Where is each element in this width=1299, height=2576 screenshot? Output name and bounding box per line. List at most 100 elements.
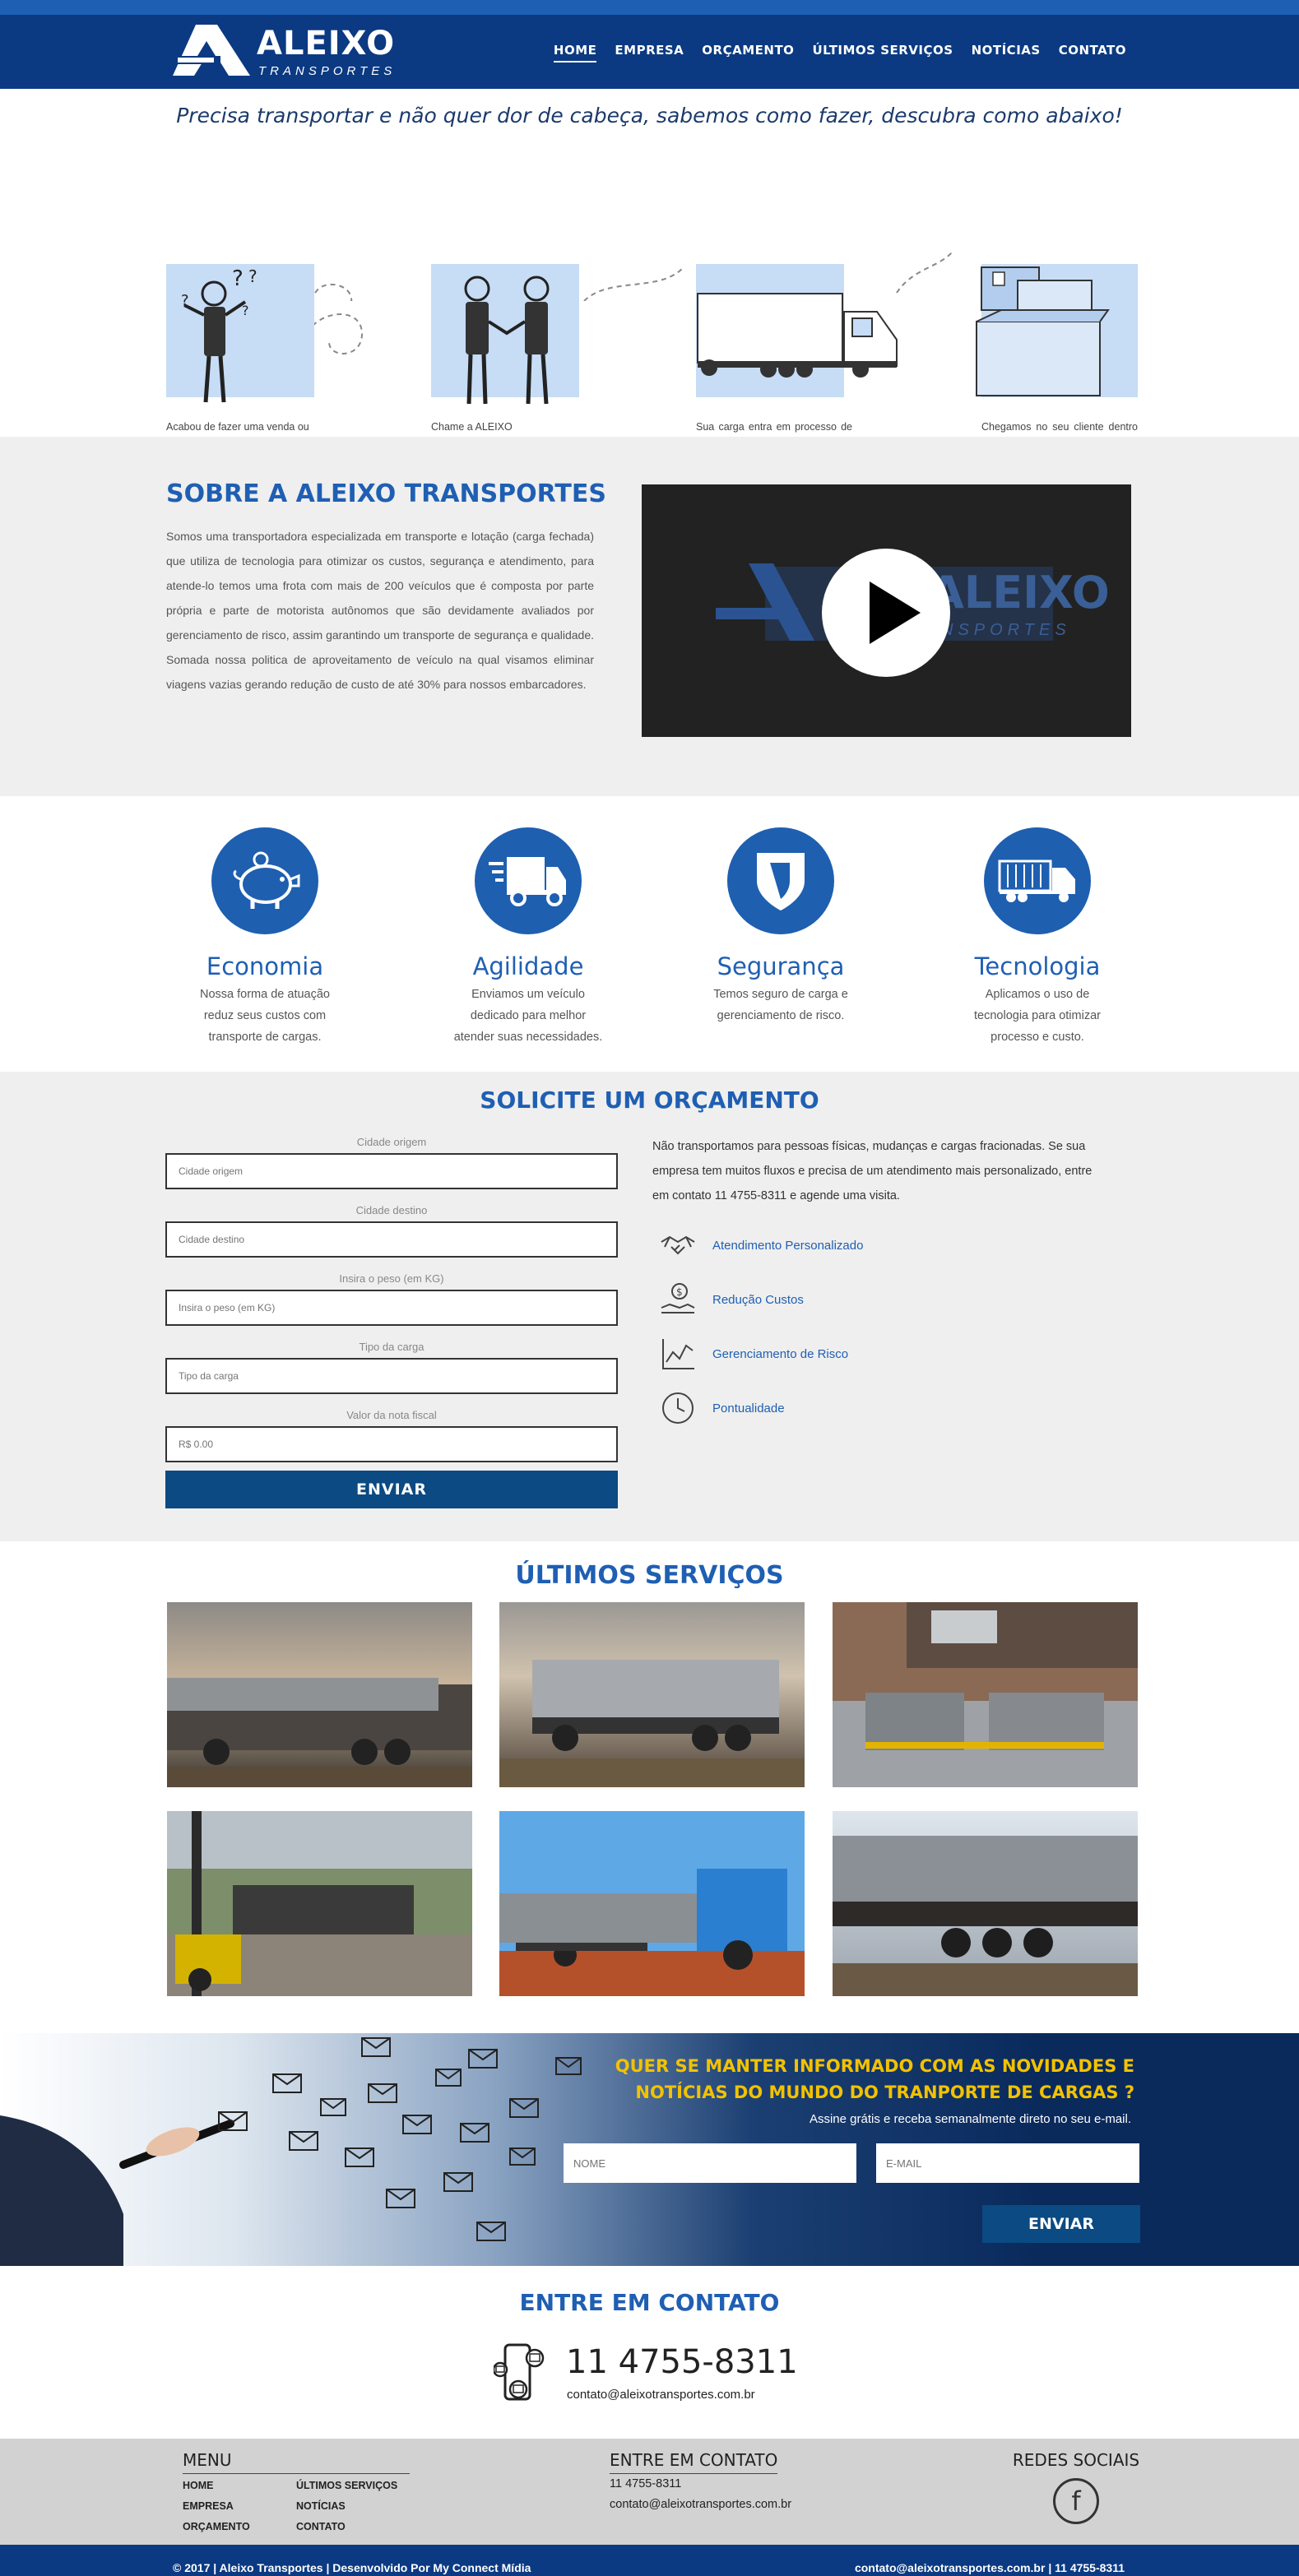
feature-text: Aplicamos o uso de tecnologia para otimi… xyxy=(974,988,1101,1044)
quote-section: SOLICITE UM ORÇAMENTO Cidade origem Cida… xyxy=(0,1072,1299,1541)
newsletter-subtitle: Assine grátis e receba semanalmente dire… xyxy=(809,2112,1131,2126)
newsletter-title: QUER SE MANTER INFORMADO COM AS NOVIDADE… xyxy=(559,2053,1134,2106)
newsletter-title-line2: NOTÍCIAS DO MUNDO DO TRANPORTE DE CARGAS… xyxy=(635,2083,1134,2102)
benefit-label: Redução Custos xyxy=(712,1292,804,1307)
nav-contato[interactable]: CONTATO xyxy=(1059,43,1126,63)
footer-menu: MENU HOME EMPRESA ORÇAMENTO ÚLTIMOS SERV… xyxy=(183,2450,413,2537)
benefit-label: Atendimento Personalizado xyxy=(712,1238,864,1253)
origin-field: Cidade origem xyxy=(165,1136,618,1189)
feature-circle xyxy=(475,827,582,934)
services-section: ÚLTIMOS SERVIÇOS xyxy=(0,1541,1299,2033)
newsletter-name-input[interactable] xyxy=(564,2143,856,2183)
newsletter-email-input[interactable] xyxy=(876,2143,1139,2183)
feature-text: Enviamos um veículo dedicado para melhor… xyxy=(453,988,603,1044)
service-photo[interactable] xyxy=(833,1811,1138,1996)
svg-text:?: ? xyxy=(248,266,257,286)
invoice-value-field: Valor da nota fiscal xyxy=(165,1409,618,1462)
benefit-item: Gerenciamento de Risco xyxy=(658,1327,863,1381)
feature-economia: Economia Nossa forma de atuação reduz se… xyxy=(170,827,360,1048)
logo-mark-icon xyxy=(171,25,250,76)
video-logo-word: ALEIXO xyxy=(930,567,1110,619)
quote-info-text: Não transportamos para pessoas físicas, … xyxy=(652,1140,1093,1202)
nav-empresa[interactable]: EMPRESA xyxy=(615,43,684,63)
shield-icon xyxy=(757,853,805,910)
footer-contact-title: ENTRE EM CONTATO xyxy=(610,2450,778,2474)
contact-title: ENTRE EM CONTATO xyxy=(519,2289,780,2316)
nav-noticias[interactable]: NOTÍCIAS xyxy=(972,43,1041,63)
footer-link-noticias[interactable]: NOTÍCIAS xyxy=(296,2496,397,2517)
video-player[interactable]: ALEIXO TRANSPORTES xyxy=(642,484,1131,737)
newsletter-title-line1: QUER SE MANTER INFORMADO COM AS NOVIDADE… xyxy=(615,2056,1134,2076)
feature-circle xyxy=(211,827,318,934)
footer-link-ultimos-servicos[interactable]: ÚLTIMOS SERVIÇOS xyxy=(296,2476,397,2496)
nav-orcamento[interactable]: ORÇAMENTO xyxy=(702,43,794,63)
facebook-icon[interactable]: f xyxy=(1053,2478,1099,2524)
about-section: SOBRE A ALEIXO TRANSPORTES Somos uma tra… xyxy=(0,437,1299,796)
cargo-type-field: Tipo da carga xyxy=(165,1341,618,1394)
footer-email[interactable]: contato@aleixotransportes.com.br xyxy=(610,2495,791,2515)
origin-input[interactable] xyxy=(165,1153,618,1189)
cargo-type-input[interactable] xyxy=(165,1358,618,1394)
service-photo[interactable] xyxy=(833,1602,1138,1787)
service-photo[interactable] xyxy=(499,1811,805,1996)
top-strip xyxy=(0,0,1299,15)
destination-label: Cidade destino xyxy=(355,1204,428,1216)
feature-text: Temos seguro de carga e gerenciamento de… xyxy=(713,988,848,1022)
nav-home[interactable]: HOME xyxy=(553,43,597,63)
feature-title: Economia xyxy=(206,952,324,980)
invoice-value-input[interactable] xyxy=(165,1426,618,1462)
contact-email[interactable]: contato@aleixotransportes.com.br xyxy=(567,2388,755,2402)
contact-section: ENTRE EM CONTATO 11 4755-8311 contato@al… xyxy=(0,2266,1299,2439)
bottom-contact: contato@aleixotransportes.com.br | 11 47… xyxy=(854,2561,1125,2574)
destination-input[interactable] xyxy=(165,1221,618,1258)
footer-contact: ENTRE EM CONTATO 11 4755-8311 contato@al… xyxy=(610,2450,791,2515)
play-button[interactable] xyxy=(822,549,950,677)
contact-phone[interactable]: 11 4755-8311 xyxy=(566,2343,798,2381)
logo-word: ALEIXO xyxy=(257,25,396,63)
footer-menu-title: MENU xyxy=(183,2450,410,2474)
about-text: Somos uma transportadora especializada e… xyxy=(166,530,594,691)
footer-social: REDES SOCIAIS f xyxy=(1010,2450,1142,2524)
footer-phone[interactable]: 11 4755-8311 xyxy=(610,2474,791,2495)
service-photo[interactable] xyxy=(167,1811,472,1996)
service-photo[interactable] xyxy=(499,1602,805,1787)
page: ALEIXO TRANSPORTES HOME EMPRESA ORÇAMENT… xyxy=(0,0,1299,2576)
piggy-bank-icon xyxy=(233,851,300,909)
footer-link-home[interactable]: HOME xyxy=(183,2476,296,2496)
main-nav: HOME EMPRESA ORÇAMENTO ÚLTIMOS SERVIÇOS … xyxy=(536,43,1126,63)
weight-label: Insira o peso (em KG) xyxy=(339,1272,444,1285)
benefit-item: Pontualidade xyxy=(658,1381,863,1435)
feature-circle xyxy=(984,827,1091,934)
confused-person-illustration: ? ? ? ? xyxy=(166,264,322,409)
weight-field: Insira o peso (em KG) xyxy=(165,1272,618,1326)
boxes-illustration xyxy=(976,264,1138,409)
clock-icon xyxy=(662,1392,694,1424)
features-section: Economia Nossa forma de atuação reduz se… xyxy=(0,796,1299,1072)
services-title: ÚLTIMOS SERVIÇOS xyxy=(515,1561,784,1590)
svg-text:?: ? xyxy=(242,303,249,318)
nav-ultimos-servicos[interactable]: ÚLTIMOS SERVIÇOS xyxy=(812,43,953,63)
footer-link-orcamento[interactable]: ORÇAMENTO xyxy=(183,2517,296,2537)
money-hand-icon: $ xyxy=(661,1283,695,1313)
bottom-bar: © 2017 | Aleixo Transportes | Desenvolvi… xyxy=(0,2545,1299,2576)
service-photo[interactable] xyxy=(167,1602,472,1787)
feature-title: Segurança xyxy=(717,952,845,980)
logo-subtitle: TRANSPORTES xyxy=(258,64,397,78)
newsletter-submit-button[interactable]: ENVIAR xyxy=(982,2205,1140,2243)
footer-link-empresa[interactable]: EMPRESA xyxy=(183,2496,296,2517)
weight-input[interactable] xyxy=(165,1290,618,1326)
feature-text: Nossa forma de atuação reduz seus custos… xyxy=(200,988,330,1044)
feature-tecnologia: Tecnologia Aplicamos o uso de tecnologia… xyxy=(943,827,1132,1048)
feature-seguranca: Segurança Temos seguro de carga e gerenc… xyxy=(686,827,875,1026)
logo[interactable]: ALEIXO TRANSPORTES xyxy=(171,23,410,79)
destination-field: Cidade destino xyxy=(165,1204,618,1258)
svg-text:$: $ xyxy=(676,1286,683,1298)
container-truck-icon xyxy=(998,859,1075,902)
feature-circle xyxy=(727,827,834,934)
invoice-value-label: Valor da nota fiscal xyxy=(346,1409,437,1421)
footer-link-contato[interactable]: CONTATO xyxy=(296,2517,397,2537)
risk-chart-icon xyxy=(662,1339,694,1369)
handshake-illustration xyxy=(431,264,587,409)
quote-submit-button[interactable]: ENVIAR xyxy=(165,1471,618,1508)
feature-title: Agilidade xyxy=(472,952,584,980)
